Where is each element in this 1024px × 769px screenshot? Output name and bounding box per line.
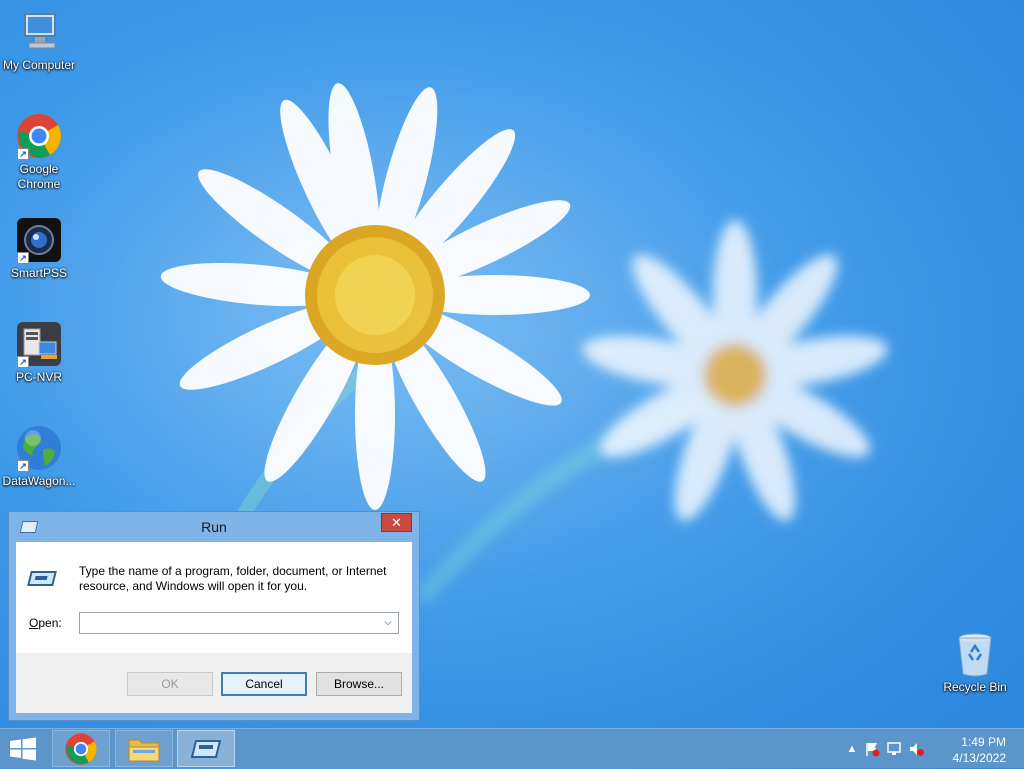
shortcut-arrow-icon: ↗ — [17, 460, 29, 472]
desktop-icon-datawagon[interactable]: ↗ DataWagon... — [0, 424, 78, 489]
taskbar-item-run[interactable] — [177, 730, 235, 767]
show-hidden-icons-chevron-icon[interactable]: ▲ — [844, 741, 860, 757]
run-icon — [27, 571, 57, 586]
taskbar-clock[interactable]: 1:49 PM 4/13/2022 — [936, 734, 1006, 766]
taskbar-item-file-explorer[interactable] — [115, 730, 173, 767]
nvr-icon: ↗ — [15, 320, 63, 368]
open-label-accelerator: O — [29, 616, 39, 630]
shortcut-arrow-icon: ↗ — [17, 252, 29, 264]
shortcut-arrow-icon: ↗ — [17, 148, 29, 160]
desktop-icon-label: SmartPSS — [10, 266, 67, 280]
camera-lens-icon: ↗ — [15, 216, 63, 264]
ok-button[interactable]: OK — [127, 672, 213, 696]
desktop-icon-label: Recycle Bin — [943, 680, 1007, 694]
action-center-flag-icon[interactable] — [864, 741, 880, 757]
network-icon[interactable] — [886, 741, 902, 757]
taskbar-item-chrome[interactable] — [52, 730, 110, 767]
desktop-icon-label: My Computer — [2, 58, 76, 72]
desktop-icon-recycle-bin[interactable]: Recycle Bin — [936, 630, 1014, 695]
run-icon — [191, 740, 221, 758]
chrome-icon — [65, 733, 97, 765]
start-button[interactable] — [8, 737, 38, 761]
system-tray: ▲ 1:49 PM 4/13/2022 — [844, 729, 1024, 769]
open-label: Open: — [29, 616, 62, 630]
run-description: Type the name of a program, folder, docu… — [79, 564, 387, 593]
clock-date: 4/13/2022 — [952, 751, 1006, 765]
close-button[interactable]: ✕ — [381, 513, 412, 532]
chrome-icon: ↗ — [15, 112, 63, 160]
desktop-icon-smartpss[interactable]: ↗ SmartPSS — [0, 216, 78, 281]
browse-button[interactable]: Browse... — [316, 672, 402, 696]
open-combobox[interactable]: ⌵ — [79, 612, 399, 634]
open-label-text: pen: — [38, 616, 62, 630]
run-dialog-button-bar: OK Cancel Browse... — [16, 653, 412, 713]
close-icon: ✕ — [391, 515, 402, 530]
volume-muted-icon[interactable] — [908, 741, 924, 757]
globe-icon: ↗ — [15, 424, 63, 472]
desktop-icon-label: Google Chrome — [17, 162, 61, 191]
run-dialog-titlebar[interactable]: Run ✕ — [9, 512, 419, 542]
folder-icon — [128, 739, 160, 762]
cancel-button[interactable]: Cancel — [221, 672, 307, 696]
desktop-icon-google-chrome[interactable]: ↗ Google Chrome — [0, 112, 78, 192]
desktop-icon-my-computer[interactable]: My Computer — [0, 8, 78, 73]
run-dialog-title: Run — [201, 519, 227, 535]
clock-time: 1:49 PM — [961, 735, 1006, 749]
desktop-icon-pc-nvr[interactable]: ↗ PC-NVR — [0, 320, 78, 385]
windows-logo-icon — [10, 737, 36, 761]
recycle-bin-icon — [951, 630, 999, 678]
taskbar: ▲ 1:49 PM 4/13/2022 — [0, 728, 1024, 768]
shortcut-arrow-icon: ↗ — [17, 356, 29, 368]
computer-icon — [15, 8, 63, 56]
desktop-icon-label: PC-NVR — [15, 370, 62, 384]
run-dialog: Run ✕ Type the name of a program, folder… — [8, 511, 420, 721]
open-input[interactable] — [83, 614, 377, 634]
chevron-down-icon[interactable]: ⌵ — [381, 616, 395, 630]
run-dialog-body: Type the name of a program, folder, docu… — [16, 542, 412, 713]
desktop-icon-label: DataWagon... — [2, 474, 76, 488]
